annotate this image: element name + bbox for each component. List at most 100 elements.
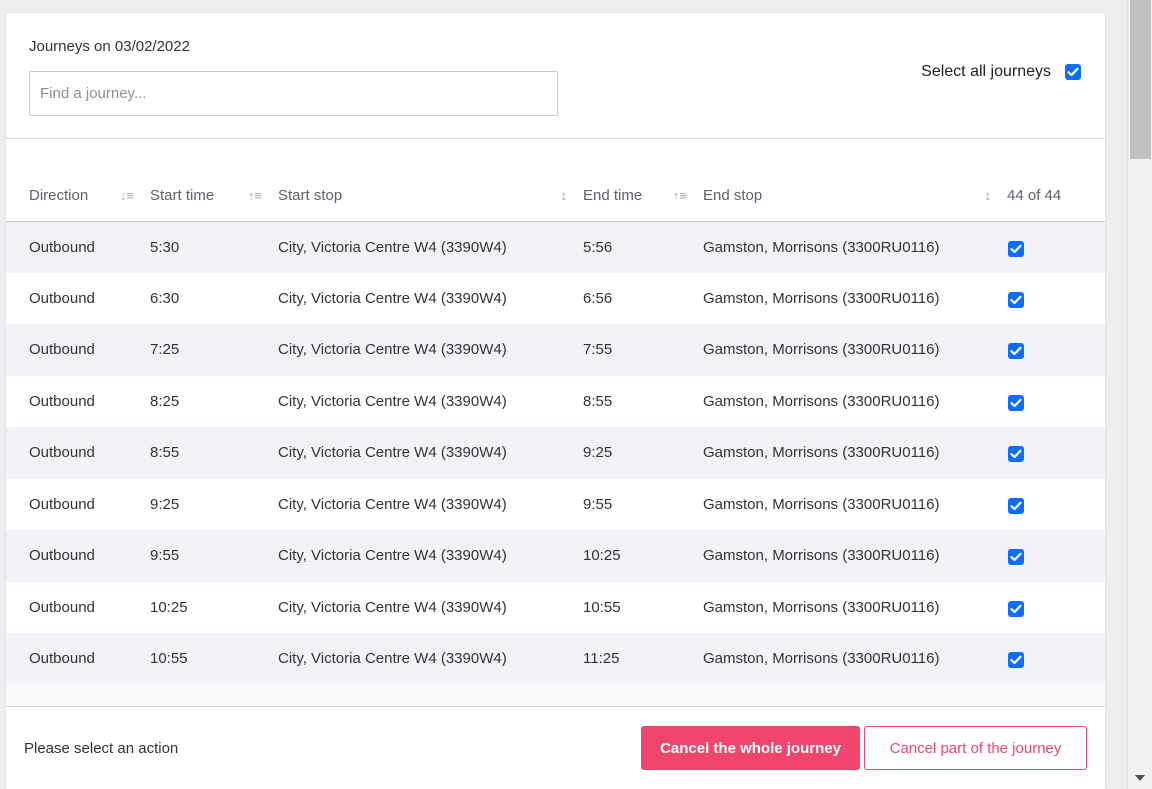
row-end-time: 11:25 bbox=[583, 650, 620, 668]
row-start-time: 6:30 bbox=[150, 289, 180, 307]
row-end-stop: Gamston, Morrisons (3300RU0116) bbox=[703, 392, 940, 410]
table-row[interactable]: Outbound 9:55 City, Victoria Centre W4 (… bbox=[6, 530, 1105, 582]
row-end-stop: Gamston, Morrisons (3300RU0116) bbox=[703, 289, 940, 307]
row-end-stop: Gamston, Morrisons (3300RU0116) bbox=[703, 547, 940, 565]
row-end-time: 9:25 bbox=[583, 444, 613, 462]
row-end-time: 10:25 bbox=[583, 547, 621, 565]
check-icon bbox=[1010, 398, 1022, 407]
action-footer: Please select an action Cancel the whole… bbox=[6, 706, 1105, 789]
check-icon bbox=[1010, 449, 1022, 459]
scroll-down-arrow-icon[interactable] bbox=[1135, 775, 1145, 781]
row-checkbox[interactable] bbox=[1008, 343, 1024, 360]
row-end-time: 6:56 bbox=[583, 289, 613, 307]
table-row[interactable]: Outbound 8:55 City, Victoria Centre W4 (… bbox=[6, 427, 1105, 479]
row-end-time: 5:56 bbox=[583, 238, 613, 256]
row-end-stop: Gamston, Morrisons (3300RU0116) bbox=[703, 444, 940, 462]
row-checkbox[interactable] bbox=[1008, 394, 1024, 411]
column-header-direction[interactable]: Direction ↓≡ bbox=[6, 170, 150, 222]
sort-icon[interactable]: ↕ bbox=[561, 188, 568, 203]
sort-ascending-icon[interactable]: ↑≡ bbox=[248, 188, 262, 203]
check-icon bbox=[1010, 244, 1022, 253]
check-icon bbox=[1010, 346, 1022, 356]
column-header-selected-count: 44 of 44 bbox=[1007, 170, 1105, 222]
journeys-date-label: Journeys on 03/02/2022 bbox=[29, 38, 190, 55]
row-direction: Outbound bbox=[29, 547, 95, 565]
find-journey-input[interactable] bbox=[29, 71, 558, 116]
row-direction: Outbound bbox=[29, 341, 95, 359]
table-scroll-cutoff bbox=[6, 684, 1105, 706]
row-start-stop: City, Victoria Centre W4 (3390W4) bbox=[278, 289, 507, 307]
row-direction: Outbound bbox=[29, 289, 95, 307]
table-row[interactable]: Outbound 7:25 City, Victoria Centre W4 (… bbox=[6, 324, 1105, 376]
row-checkbox[interactable] bbox=[1008, 446, 1024, 463]
table-row[interactable]: Outbound 10:55 City, Victoria Centre W4 … bbox=[6, 633, 1105, 685]
journeys-table-body: Outbound 5:30 City, Victoria Centre W4 (… bbox=[6, 221, 1105, 685]
row-start-stop: City, Victoria Centre W4 (3390W4) bbox=[278, 650, 507, 668]
journeys-panel: Journeys on 03/02/2022 Select all journe… bbox=[6, 13, 1105, 789]
row-start-time: 8:55 bbox=[150, 444, 180, 462]
check-icon bbox=[1067, 67, 1079, 77]
scrollbar-thumb[interactable] bbox=[1130, 0, 1151, 159]
row-start-time: 5:30 bbox=[150, 238, 180, 256]
row-checkbox[interactable] bbox=[1008, 549, 1024, 566]
page-scrollbar[interactable] bbox=[1127, 0, 1152, 789]
row-direction: Outbound bbox=[29, 392, 95, 410]
row-end-stop: Gamston, Morrisons (3300RU0116) bbox=[703, 598, 940, 616]
row-checkbox[interactable] bbox=[1008, 240, 1024, 257]
row-start-stop: City, Victoria Centre W4 (3390W4) bbox=[278, 392, 507, 410]
cancel-part-journey-button[interactable]: Cancel part of the journey bbox=[864, 726, 1087, 770]
row-end-time: 9:55 bbox=[583, 495, 613, 513]
check-icon bbox=[1010, 552, 1022, 562]
row-start-stop: City, Victoria Centre W4 (3390W4) bbox=[278, 495, 507, 513]
column-header-start-time[interactable]: Start time ↑≡ bbox=[150, 170, 278, 222]
journeys-table: Direction ↓≡ Start time ↑≡ Start stop ↕ End… bbox=[6, 170, 1105, 685]
row-start-time: 7:25 bbox=[150, 341, 180, 359]
table-row[interactable]: Outbound 5:30 City, Victoria Centre W4 (… bbox=[6, 221, 1105, 273]
sort-icon[interactable]: ↕ bbox=[985, 188, 992, 203]
column-header-start-stop[interactable]: Start stop ↕ bbox=[278, 170, 583, 222]
select-all-label: Select all journeys bbox=[921, 63, 1051, 80]
journeys-header: Journeys on 03/02/2022 Select all journe… bbox=[6, 13, 1105, 139]
column-header-end-time[interactable]: End time ↑≡ bbox=[583, 170, 703, 222]
select-all-journeys[interactable]: Select all journeys bbox=[921, 63, 1081, 81]
row-start-time: 9:25 bbox=[150, 495, 180, 513]
column-header-end-stop[interactable]: End stop ↕ bbox=[703, 170, 1007, 222]
row-start-time: 8:25 bbox=[150, 392, 180, 410]
row-direction: Outbound bbox=[29, 238, 95, 256]
cancel-whole-journey-button[interactable]: Cancel the whole journey bbox=[641, 726, 860, 770]
row-start-stop: City, Victoria Centre W4 (3390W4) bbox=[278, 444, 507, 462]
row-start-time: 9:55 bbox=[150, 547, 180, 565]
row-direction: Outbound bbox=[29, 444, 95, 462]
row-end-stop: Gamston, Morrisons (3300RU0116) bbox=[703, 341, 940, 359]
row-checkbox[interactable] bbox=[1008, 652, 1024, 669]
check-icon bbox=[1010, 295, 1022, 304]
row-end-stop: Gamston, Morrisons (3300RU0116) bbox=[703, 495, 940, 513]
check-icon bbox=[1010, 655, 1022, 665]
row-checkbox[interactable] bbox=[1008, 497, 1024, 514]
sort-ascending-icon[interactable]: ↑≡ bbox=[673, 188, 687, 203]
row-checkbox[interactable] bbox=[1008, 291, 1024, 308]
table-row[interactable]: Outbound 6:30 City, Victoria Centre W4 (… bbox=[6, 273, 1105, 325]
row-start-stop: City, Victoria Centre W4 (3390W4) bbox=[278, 238, 507, 256]
row-start-stop: City, Victoria Centre W4 (3390W4) bbox=[278, 547, 507, 565]
sort-descending-icon[interactable]: ↓≡ bbox=[120, 188, 134, 203]
row-direction: Outbound bbox=[29, 598, 95, 616]
row-start-stop: City, Victoria Centre W4 (3390W4) bbox=[278, 598, 507, 616]
row-end-time: 10:55 bbox=[583, 598, 621, 616]
table-header-row: Direction ↓≡ Start time ↑≡ Start stop ↕ End… bbox=[6, 170, 1105, 222]
row-start-stop: City, Victoria Centre W4 (3390W4) bbox=[278, 341, 507, 359]
table-row-partial bbox=[6, 684, 1105, 706]
check-icon bbox=[1010, 604, 1022, 613]
row-end-stop: Gamston, Morrisons (3300RU0116) bbox=[703, 238, 940, 256]
row-direction: Outbound bbox=[29, 495, 95, 513]
action-prompt: Please select an action bbox=[24, 740, 179, 757]
table-row[interactable]: Outbound 9:25 City, Victoria Centre W4 (… bbox=[6, 479, 1105, 531]
table-row[interactable]: Outbound 8:25 City, Victoria Centre W4 (… bbox=[6, 376, 1105, 428]
row-direction: Outbound bbox=[29, 650, 95, 668]
row-end-time: 7:55 bbox=[583, 341, 613, 359]
table-row[interactable]: Outbound 10:25 City, Victoria Centre W4 … bbox=[6, 582, 1105, 634]
row-start-time: 10:25 bbox=[150, 598, 188, 616]
select-all-checkbox[interactable] bbox=[1065, 64, 1081, 80]
row-checkbox[interactable] bbox=[1008, 600, 1024, 617]
row-start-time: 10:55 bbox=[150, 650, 188, 668]
